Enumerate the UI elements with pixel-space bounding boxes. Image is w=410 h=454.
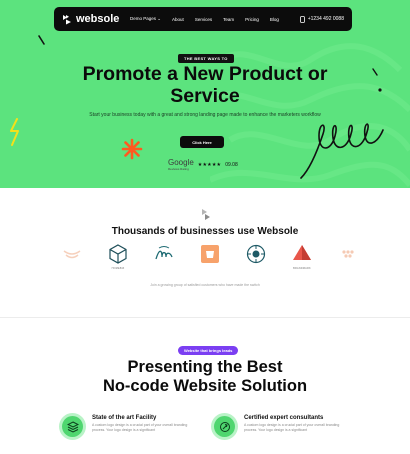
google-logo: Google Reviews Rating <box>168 158 194 172</box>
client-logo: HOMEBIZ <box>101 243 135 270</box>
landing-page: websole Demo Pages ⌄ About Services Team… <box>0 0 410 454</box>
feature-icon-circle <box>214 416 235 437</box>
starburst-icon <box>121 138 143 160</box>
solution-heading-line1: Presenting the Best <box>127 358 283 376</box>
dots-logo-icon <box>342 250 354 258</box>
nav-phone[interactable]: +1234 492 0088 <box>299 15 344 23</box>
feature-title: Certified expert consultants <box>244 415 324 421</box>
client-logo <box>239 243 273 267</box>
feature-description: A custom logo design is a crucial part o… <box>92 423 188 432</box>
lightning-zigzag-icon <box>10 118 19 146</box>
nav-link-about[interactable]: About <box>172 17 184 22</box>
client-logo: BRANDMARK <box>285 243 319 270</box>
feature-icon-ring <box>59 413 86 440</box>
nav-link-blog[interactable]: Blog <box>270 17 279 22</box>
dot-decoration-icon <box>378 88 382 92</box>
clients-note: Join a growing group of satisfied custom… <box>150 283 260 287</box>
nav-link-team[interactable]: Team <box>223 17 234 22</box>
cube-logo-icon <box>109 244 127 264</box>
clients-heading: Thousands of businesses use Websole <box>111 226 299 237</box>
pyramid-logo-icon <box>293 245 311 260</box>
brand-mark-icon <box>63 14 71 24</box>
solution-heading-line2: No-code Website Solution <box>102 377 308 395</box>
client-logos: HOMEBIZ BRANDMARK <box>55 243 365 270</box>
scribble-loop-icon <box>300 123 384 179</box>
dash-decoration-icon <box>38 35 45 45</box>
rating-caption: Reviews Rating <box>168 167 189 171</box>
expert-icon <box>219 421 230 432</box>
wings-logo-icon <box>63 250 81 259</box>
phone-number: +1234 492 0088 <box>307 16 344 22</box>
hero-title-line1: Promote a New Product or <box>82 63 328 85</box>
feature-card-facility: State of the art Facility A custom logo … <box>59 413 209 440</box>
hero-badge: THE BEST WAYS TO <box>178 54 234 63</box>
hero-title: Promote a New Product or Service <box>40 63 370 107</box>
hero-section: websole Demo Pages ⌄ About Services Team… <box>0 0 410 188</box>
nav-links: Demo Pages ⌄ About Services Team Pricing… <box>130 16 279 22</box>
top-navbar: websole Demo Pages ⌄ About Services Team… <box>54 7 352 31</box>
brand-name: websole <box>76 13 120 25</box>
client-logo <box>331 243 365 267</box>
hero-title-line2: Service <box>170 85 240 107</box>
brand-logo[interactable]: websole <box>62 13 130 25</box>
client-logo-caption: BRANDMARK <box>293 267 311 270</box>
feature-title: State of the art Facility <box>92 415 157 421</box>
script-logo-icon <box>155 246 173 260</box>
client-logo <box>193 243 227 267</box>
section-pill-badge: Website that brings leads <box>178 346 239 355</box>
client-logo <box>147 243 181 267</box>
feature-text: State of the art Facility A custom logo … <box>92 413 188 440</box>
click-here-button[interactable]: Click Here <box>180 136 224 148</box>
google-wordmark: Google <box>168 158 194 167</box>
hero-subtitle: Start your business today with a great a… <box>89 112 321 118</box>
dash-decoration-icon <box>372 68 378 76</box>
nav-link-demo-pages[interactable]: Demo Pages ⌄ <box>130 16 161 22</box>
client-logo <box>55 243 89 267</box>
feature-description: A custom logo design is a crucial part o… <box>244 423 340 432</box>
rating-score: 09.08 <box>225 162 238 168</box>
mug-logo-icon <box>201 245 219 263</box>
client-logo-caption: HOMEBIZ <box>111 267 125 270</box>
star-rating-icon: ★★★★★ <box>197 162 222 168</box>
feature-icon-ring <box>211 413 238 440</box>
sun-badge-logo-icon <box>246 244 266 264</box>
feature-icon-circle <box>62 416 83 437</box>
brand-mark-icon <box>202 209 210 220</box>
feature-text: Certified expert consultants A custom lo… <box>244 413 340 440</box>
section-divider <box>0 317 410 318</box>
nav-link-services[interactable]: Services <box>195 17 212 22</box>
nav-link-pricing[interactable]: Pricing <box>245 17 259 22</box>
layers-icon <box>66 420 79 433</box>
feature-card-consultants: Certified expert consultants A custom lo… <box>211 413 361 440</box>
solution-heading: Presenting the Best No-code Website Solu… <box>60 358 350 396</box>
google-rating: Google Reviews Rating ★★★★★ 09.08 <box>168 158 238 172</box>
phone-icon <box>299 15 305 23</box>
